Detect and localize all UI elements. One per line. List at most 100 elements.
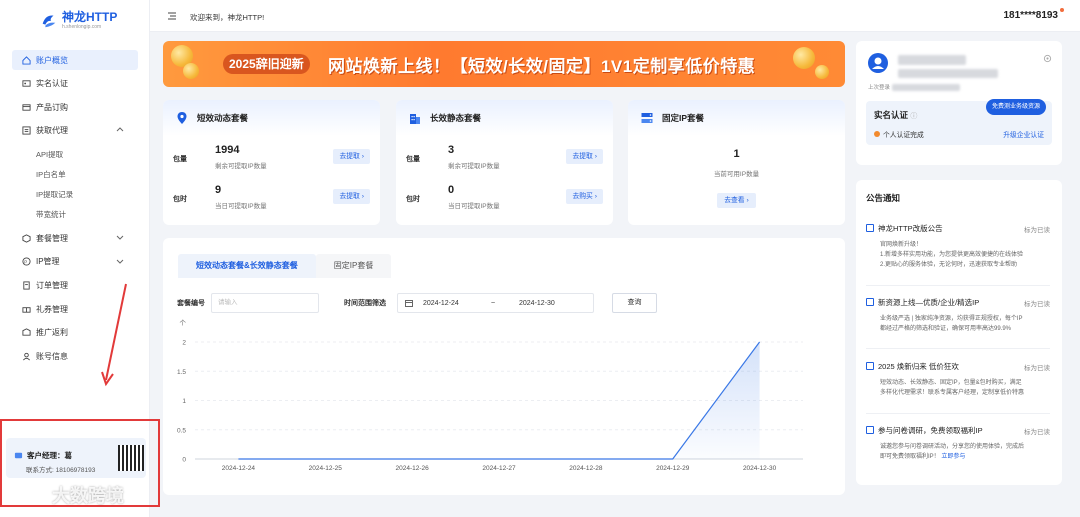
sidebar-item-coupons[interactable]: 礼券管理: [12, 299, 138, 319]
settings-icon[interactable]: [1043, 54, 1052, 63]
sidebar-item-label: 产品订购: [36, 102, 68, 112]
sidebar-item-packages[interactable]: 套餐管理: [12, 228, 138, 248]
coin-icon: [815, 65, 829, 79]
extract-button[interactable]: 去提取 ›: [566, 149, 603, 164]
row-label: 包量: [173, 156, 187, 163]
manager-contact: 联系方式: 18106978193: [26, 467, 96, 474]
sidebar-item-label: 账户概览: [36, 55, 68, 65]
sidebar-item-get-proxy[interactable]: 获取代理: [12, 121, 138, 141]
coin-icon: [793, 47, 815, 69]
welcome-text: 欢迎来到，神龙HTTP!: [190, 13, 265, 22]
query-button[interactable]: 查询: [612, 293, 657, 313]
date-range-picker[interactable]: 2024-12-24 ~ 2024-12-30: [397, 293, 594, 313]
notice-item[interactable]: 神龙HTTP改版公告 标为已读 官网焕新升级！ 1.新增多样实用功能，为您提供更…: [866, 222, 1050, 286]
building-icon: [410, 114, 420, 124]
package-title: 固定IP套餐: [662, 113, 705, 123]
banner-text: 网站焕新上线！【短效/长效/固定】1V1定制享低价特惠: [328, 57, 756, 76]
user-account-menu[interactable]: 181****8193: [1004, 10, 1059, 21]
date-range-label: 时间范围筛选: [344, 300, 386, 307]
manager-name: 客户经理：葛: [27, 451, 72, 460]
row-value: 9: [215, 184, 222, 196]
menu-collapse-icon[interactable]: [167, 11, 177, 21]
sidebar-item-orders[interactable]: 订单管理: [12, 276, 138, 296]
divider: [866, 348, 1050, 349]
notice-line: 2.更贴心的服务体验，无论何时，迅速获取专业帮助: [880, 262, 1018, 268]
mark-read-link[interactable]: 标为已读: [1024, 298, 1050, 308]
chevron-down-icon: [116, 259, 124, 264]
end-date[interactable]: 2024-12-30: [519, 300, 555, 307]
usage-chart-card: 短效动态套餐&长效静态套餐 固定IP套餐 套餐编号 请输入 时间范围筛选 202…: [163, 238, 845, 495]
chevron-up-icon: [116, 126, 124, 131]
notices-card: 公告通知 神龙HTTP改版公告 标为已读 官网焕新升级！ 1.新增多样实用功能，…: [856, 180, 1062, 485]
notice-item[interactable]: 新资源上线—优质/企业/精选IP 标为已读 业务级严选 | 独家纯净资源，均获得…: [866, 296, 1050, 349]
sidebar-item-ip[interactable]: P IP管理: [12, 252, 138, 272]
x-tick-label: 2024-12-30: [743, 465, 777, 472]
notice-item[interactable]: 2025 焕新归来 低价狂欢 标为已读 短效动态、长效静态、固定IP，包量&包时…: [866, 360, 1050, 414]
tab-dynamic-static[interactable]: 短效动态套餐&长效静态套餐: [178, 254, 316, 278]
extract-button[interactable]: 去提取 ›: [333, 189, 370, 204]
sidebar-item-label: 获取代理: [36, 126, 68, 135]
notice-icon: [866, 362, 874, 370]
extract-button[interactable]: 去提取 ›: [333, 149, 370, 164]
short-dynamic-package-card: 短效动态套餐 包量 1994 剩余可提取IP数量 去提取 › 包时 9 当日可提…: [163, 100, 380, 225]
y-tick-label: 1: [182, 398, 186, 405]
username-redacted: [898, 69, 998, 78]
avatar[interactable]: [868, 53, 888, 73]
topbar: 欢迎来到，神龙HTTP! 181****8193: [150, 0, 1080, 32]
sidebar-item-label: 套餐管理: [36, 233, 68, 243]
svg-text:P: P: [24, 259, 27, 264]
verification-panel: 实名认证 ⓘ 免费测业务级资源 个人认证完成 升级企业认证: [866, 99, 1052, 145]
tab-fixed-ip[interactable]: 固定IP套餐: [315, 254, 392, 278]
sidebar-item-products[interactable]: 产品订购: [12, 97, 138, 117]
notice-title: 新资源上线—优质/企业/精选IP: [878, 297, 980, 307]
calendar-icon: [405, 300, 413, 307]
start-date[interactable]: 2024-12-24: [423, 300, 491, 307]
sidebar-nav: 账户概览 实名认证 产品订购 获取代理 API提取 IP白名单 IP提取记录 带…: [12, 50, 138, 370]
notices-title: 公告通知: [866, 193, 901, 203]
join-now-link[interactable]: 立即参与: [941, 454, 965, 460]
order-icon: [23, 281, 30, 290]
user-avatar-icon: [872, 57, 884, 69]
notice-line: 业务级严选 | 独家纯净资源，均获得正规授权，每个IP: [880, 316, 1023, 322]
free-test-pill[interactable]: 免费测业务级资源: [985, 99, 1046, 115]
sidebar-subitem-whitelist[interactable]: IP白名单: [12, 164, 138, 184]
sidebar-item-label: 账号信息: [36, 351, 68, 361]
notice-item[interactable]: 参与问卷调研，免费领取福利IP 标为已读 诚邀您参与问卷调研活动，分享您的使用体…: [866, 424, 1050, 462]
user-icon: [23, 352, 30, 360]
row-value: 0: [448, 184, 455, 196]
sidebar-item-verification[interactable]: 实名认证: [12, 74, 138, 94]
notice-line: 多样化代理需求！联系专属客户经理，定制享低价特惠: [880, 390, 1025, 396]
upgrade-enterprise-link[interactable]: 升级企业认证: [1003, 129, 1044, 139]
y-tick-label: 0.5: [177, 427, 186, 434]
id-card-icon: [22, 80, 31, 87]
view-button[interactable]: 去查看 ›: [717, 193, 756, 208]
chevron-down-icon: [116, 235, 124, 240]
package-row: 包量 1994 剩余可提取IP数量 去提取 ›: [173, 144, 370, 174]
sidebar-item-account[interactable]: 账号信息: [12, 346, 138, 366]
long-static-package-card: 长效静态套餐 包量 3 剩余可提取IP数量 去提取 › 包时 0 当日可提取IP…: [396, 100, 613, 225]
watermark-logo-icon: [9, 488, 45, 502]
notification-dot: [1060, 8, 1064, 12]
info-icon: ⓘ: [910, 113, 918, 120]
mark-read-link[interactable]: 标为已读: [1024, 224, 1050, 234]
fixed-ip-desc: 当前可用IP数量: [713, 171, 760, 178]
qr-code-icon: [118, 445, 144, 471]
promo-banner[interactable]: 2025辞旧迎新 网站焕新上线！【短效/长效/固定】1V1定制享低价特惠: [163, 41, 845, 87]
x-tick-label: 2024-12-27: [482, 465, 516, 472]
logo[interactable]: 神龙HTTP h.shenlongip.com: [40, 11, 117, 30]
sidebar-item-referral[interactable]: 推广返利: [12, 323, 138, 343]
sidebar-subitem-records[interactable]: IP提取记录: [12, 184, 138, 204]
buy-button[interactable]: 去购买 ›: [566, 189, 603, 204]
row-label: 包时: [406, 196, 420, 203]
username-redacted: [898, 55, 966, 65]
package-row: 包时 0 当日可提取IP数量 去购买 ›: [406, 184, 603, 214]
package-no-input[interactable]: 请输入: [211, 293, 319, 313]
sidebar-item-overview[interactable]: 账户概览: [12, 50, 138, 70]
sidebar-subitem-api[interactable]: API提取: [12, 144, 138, 164]
mark-read-link[interactable]: 标为已读: [1024, 362, 1050, 372]
fixed-ip-package-card: 固定IP套餐 1 当前可用IP数量 去查看 ›: [628, 100, 845, 225]
notice-line: 都经过严格的筛选和验证，确保可用率高达99.9%: [880, 326, 1012, 332]
last-login-label: 上次登录: [868, 85, 891, 91]
mark-read-link[interactable]: 标为已读: [1024, 426, 1050, 436]
sidebar-subitem-bandwidth[interactable]: 带宽统计: [12, 204, 138, 224]
